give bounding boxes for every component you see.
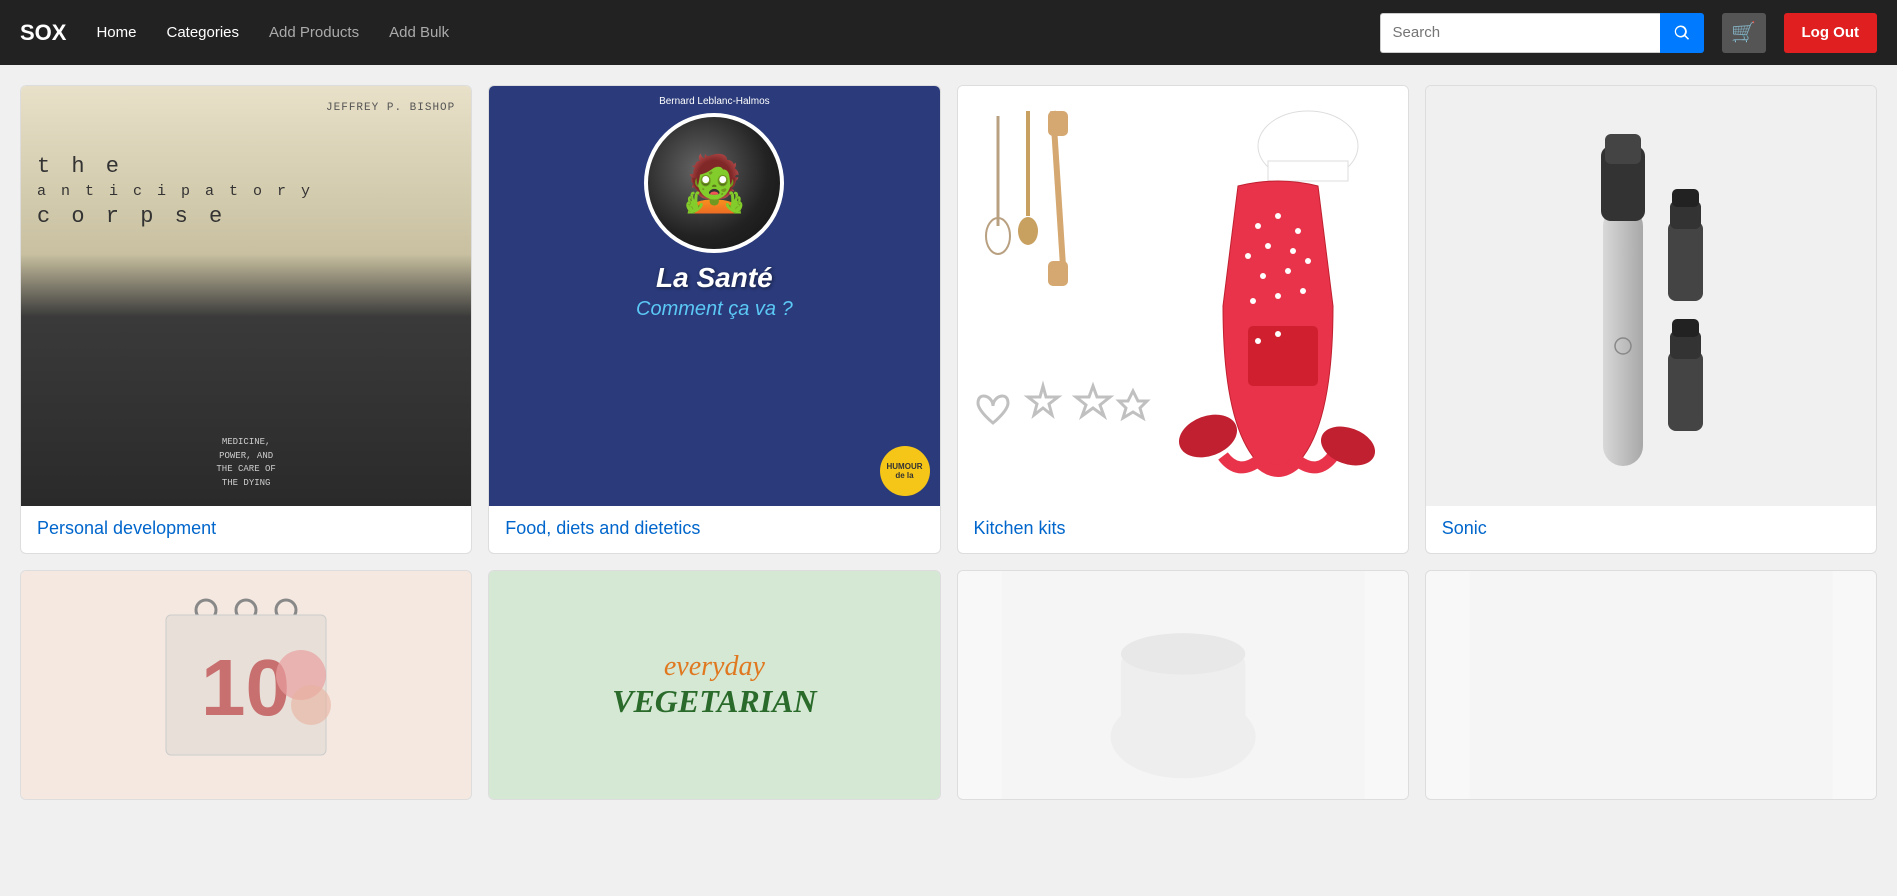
apron-svg [1178, 106, 1378, 486]
svg-text:10: 10 [201, 643, 290, 732]
product-card-empty-1[interactable] [957, 570, 1409, 800]
kitchen-tools-svg [978, 106, 1098, 306]
brand-logo[interactable]: SOX [20, 20, 66, 46]
navbar: SOX Home Categories Add Products Add Bul… [0, 0, 1897, 65]
veg-everyday-text: everyday [664, 651, 765, 683]
calendar-image: 10 [21, 571, 471, 799]
calendar-svg: 10 [146, 595, 346, 775]
nav-add-bulk[interactable]: Add Bulk [379, 24, 459, 41]
product-card-sonic[interactable]: Sonic [1425, 85, 1877, 554]
cart-button[interactable]: 🛒 [1722, 13, 1766, 53]
cart-icon: 🛒 [1731, 20, 1756, 45]
product-image-kitchen [958, 86, 1408, 506]
product-card-kitchen-kits[interactable]: Kitchen kits [957, 85, 1409, 554]
search-input[interactable] [1380, 13, 1660, 53]
book2-circle: 🧟 [644, 113, 784, 253]
empty-image-2 [1426, 571, 1876, 799]
brush-head-1-svg [1663, 181, 1708, 301]
logout-button[interactable]: Log Out [1784, 13, 1877, 53]
main-content: JEFFREY P. BISHOP t h e a n t i c i p a … [0, 65, 1897, 820]
nav-add-products[interactable]: Add Products [259, 24, 369, 41]
product-label-kitchen-kits: Kitchen kits [958, 506, 1408, 553]
product-image-personal-development: JEFFREY P. BISHOP t h e a n t i c i p a … [21, 86, 471, 506]
product-card-vegetarian[interactable]: everyday VEGETARIAN [488, 570, 940, 800]
brush-head-2-svg [1663, 311, 1708, 431]
product-image-food-diets: Bernard Leblanc-Halmos 🧟 La Santé Commen… [489, 86, 939, 506]
nav-categories[interactable]: Categories [156, 24, 249, 41]
product-grid-row2: 10 everyday VEGETARIAN [20, 570, 1877, 800]
vegetarian-image: everyday VEGETARIAN [489, 571, 939, 799]
search-container [1380, 13, 1704, 53]
book2-title: La Santé [656, 263, 773, 294]
book2-author: Bernard Leblanc-Halmos [659, 96, 770, 107]
search-button[interactable] [1660, 13, 1704, 53]
veg-vegetarian-text: VEGETARIAN [612, 683, 817, 720]
book2-badge: HUMOURde la [880, 446, 930, 496]
cookie-cutters-svg [973, 371, 1153, 451]
nav-home[interactable]: Home [86, 24, 146, 41]
product-label-sonic: Sonic [1426, 506, 1876, 553]
product-label-food-diets: Food, diets and dietetics [489, 506, 939, 553]
product-card-empty-2[interactable] [1425, 570, 1877, 800]
empty-product-svg-1 [958, 571, 1408, 799]
product-label-personal-development: Personal development [21, 506, 471, 553]
product-grid: JEFFREY P. BISHOP t h e a n t i c i p a … [20, 85, 1877, 554]
empty-image-1 [958, 571, 1408, 799]
toothbrush-main-svg [1593, 126, 1653, 466]
empty-product-svg-2 [1426, 571, 1876, 799]
product-card-food-diets[interactable]: Bernard Leblanc-Halmos 🧟 La Santé Commen… [488, 85, 940, 554]
search-icon [1673, 24, 1691, 42]
product-card-personal-development[interactable]: JEFFREY P. BISHOP t h e a n t i c i p a … [20, 85, 472, 554]
book2-subtitle: Comment ça va ? [636, 298, 793, 321]
product-image-sonic [1426, 86, 1876, 506]
book1-author: JEFFREY P. BISHOP [37, 102, 455, 114]
product-card-calendar[interactable]: 10 [20, 570, 472, 800]
